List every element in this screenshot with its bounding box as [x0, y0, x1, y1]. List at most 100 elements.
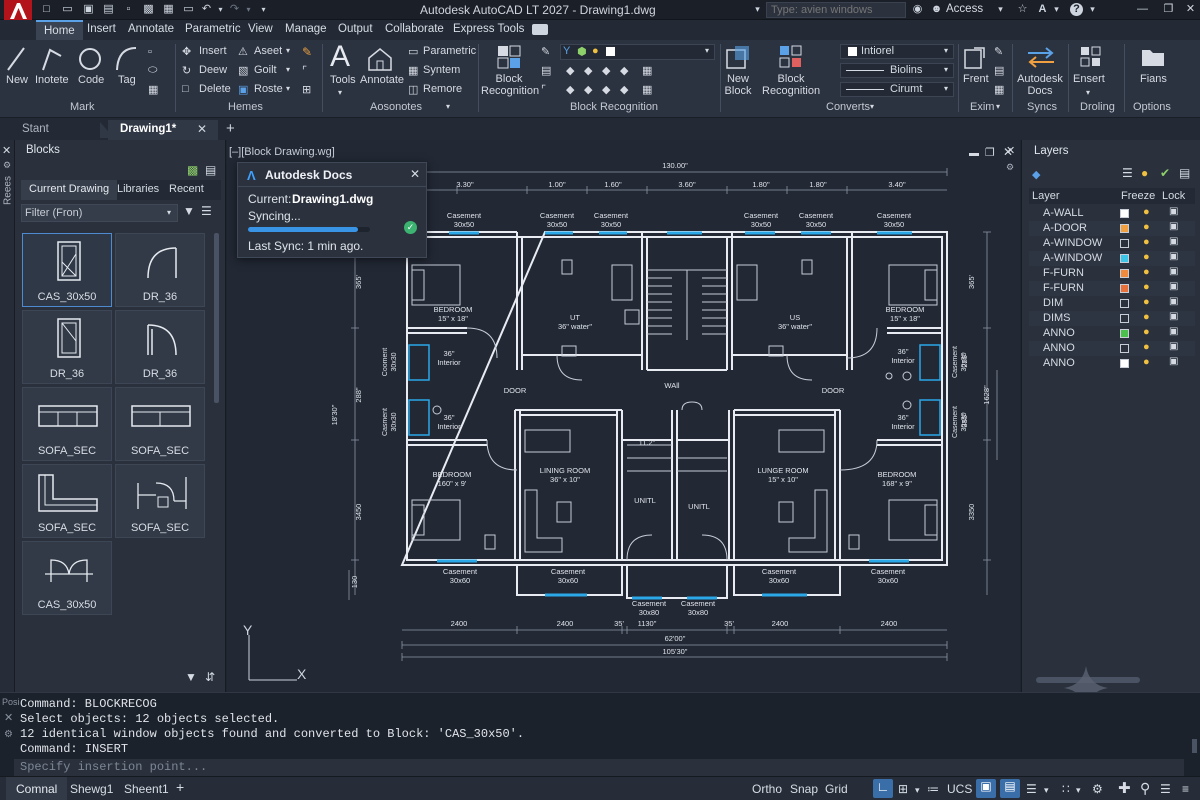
redo-dropdown-icon[interactable]: ▾	[242, 3, 255, 16]
block-tile-cas-30x50[interactable]: CAS_30x50	[22, 541, 112, 615]
layer-row[interactable]: DIM ● ▣	[1029, 296, 1195, 311]
block-recognition-2-icon[interactable]	[778, 44, 804, 70]
tab-express-tools[interactable]: Express Tools	[453, 23, 524, 35]
annotation-icon[interactable]: ☰	[1026, 782, 1037, 796]
annotation-dropdown-icon[interactable]: ▾	[1044, 785, 1049, 796]
new-block-icon[interactable]	[725, 44, 751, 70]
layer-on-bulb-icon[interactable]: ●	[1143, 296, 1150, 308]
tools-button[interactable]: Tools	[330, 74, 356, 86]
col-layer[interactable]: Layer	[1032, 190, 1060, 202]
layer-on-bulb-icon[interactable]: ●	[1143, 251, 1150, 263]
rg-icon-4[interactable]: ◆	[566, 64, 574, 77]
frent-icon[interactable]	[962, 44, 988, 70]
selection-cycling-icon[interactable]: ▤	[1000, 779, 1020, 798]
copy-icon[interactable]: □	[182, 83, 189, 95]
layer-row[interactable]: A-WINDOW ● ▣	[1029, 236, 1195, 251]
cmd-customize-icon[interactable]: ⚙	[4, 729, 13, 740]
layer-on-bulb-icon[interactable]: ●	[1143, 236, 1150, 248]
tab-home[interactable]: Home	[36, 20, 83, 40]
fillet-icon[interactable]: ⌜	[302, 64, 307, 77]
plot-icon[interactable]: ▦	[162, 3, 175, 16]
layer-color-swatch[interactable]	[1120, 209, 1129, 218]
tab-layout-2[interactable]: Sheent1	[124, 782, 169, 796]
blocks-insert-icon[interactable]: ⇵	[205, 670, 215, 684]
layer-dropdown-icon[interactable]: ▾	[705, 46, 709, 55]
customize-qa-icon[interactable]: ▾	[257, 3, 270, 16]
rg-icon-5[interactable]: ◆	[584, 64, 592, 77]
tab-insert[interactable]: Insert	[87, 23, 116, 35]
autodesk-docs-button[interactable]: Autodesk Docs	[1016, 73, 1064, 97]
tab-annotate[interactable]: Annotate	[128, 23, 174, 35]
layer-row[interactable]: ANNO ● ▣	[1029, 326, 1195, 341]
annotate-house-icon[interactable]	[366, 46, 394, 72]
layer-color-swatch[interactable]	[1120, 269, 1129, 278]
layer-lock-icon[interactable]: ▣	[1169, 206, 1178, 217]
tab-manage[interactable]: Manage	[285, 23, 327, 35]
search-input[interactable]	[766, 2, 906, 18]
layer-lock-icon[interactable]: ▣	[1169, 251, 1178, 262]
snap-toggle[interactable]: Snap	[790, 782, 818, 796]
aseet-dropdown-icon[interactable]: ▾	[286, 46, 290, 55]
layers-close-icon[interactable]: ✕	[1006, 144, 1015, 157]
rg-icon-12[interactable]: ▦	[642, 64, 652, 77]
exim-icon-1[interactable]: ✎	[994, 45, 1003, 58]
block-recognition-2-button[interactable]: Block Recognition	[762, 73, 820, 97]
layer-row[interactable]: A-WALL ● ▣	[1029, 206, 1195, 221]
col-freeze[interactable]: Freeze	[1121, 190, 1155, 202]
exim-icon-3[interactable]: ▦	[994, 83, 1004, 96]
layer-lock-icon[interactable]: ▣	[1169, 356, 1178, 367]
layers-settings-icon[interactable]: ⚙	[1006, 162, 1014, 173]
rotate-icon[interactable]: ↻	[182, 64, 191, 77]
circle-icon[interactable]	[78, 44, 102, 74]
exim-dropdown-icon[interactable]: ▾	[996, 102, 1000, 111]
layer-bulb-icon[interactable]: ●	[1141, 166, 1148, 180]
workspace-icon[interactable]: ∷	[1062, 782, 1070, 796]
cloud-save-icon[interactable]: ▫	[122, 3, 135, 16]
layer-on-bulb-icon[interactable]: ●	[1143, 206, 1150, 218]
tab-libraries[interactable]: Libraries	[117, 183, 159, 195]
autodesk-docs-sync-icon[interactable]	[1026, 46, 1056, 68]
delete-button[interactable]: Delete	[199, 83, 231, 95]
search-dropdown-icon[interactable]: ▾	[751, 3, 764, 16]
ortho-toggle[interactable]: Ortho	[752, 782, 782, 796]
tab-recent[interactable]: Recent	[169, 183, 204, 195]
blocks-library-icon[interactable]: ▤	[205, 163, 216, 177]
remore-icon[interactable]: ◫	[408, 83, 418, 96]
customize-status-icon[interactable]: ☰	[1160, 782, 1171, 796]
deew-button[interactable]: Deew	[199, 64, 227, 76]
blocks-scrollbar[interactable]	[214, 233, 219, 403]
grid-toggle[interactable]: Grid	[825, 782, 848, 796]
layer-color-swatch[interactable]	[1120, 224, 1129, 233]
layer-current-icon[interactable]: ✔	[1160, 166, 1170, 180]
access-label[interactable]: Access	[946, 3, 983, 15]
roste-dropdown-icon[interactable]: ▾	[286, 84, 290, 93]
block-recognition-button[interactable]: Block Recognition	[481, 73, 539, 97]
open-file-icon[interactable]: ▭	[61, 3, 74, 16]
layer-stack-icon[interactable]: ☰	[1122, 166, 1133, 180]
polyline-icon[interactable]	[40, 44, 64, 74]
hatch-icon[interactable]: ⬭	[148, 64, 157, 77]
palette-close-icon[interactable]: ✕	[2, 144, 11, 157]
filter-funnel-icon[interactable]: Y	[563, 45, 570, 57]
layer-on-bulb-icon[interactable]: ●	[1143, 281, 1150, 293]
settings-icon[interactable]: ⚙	[1092, 782, 1103, 796]
layer-lock-icon[interactable]: ▣	[1169, 221, 1178, 232]
tab-close-icon[interactable]: ✕	[197, 122, 207, 136]
new-line-icon[interactable]	[6, 44, 26, 74]
osnap-dropdown-icon[interactable]: ▾	[915, 785, 920, 796]
block-tile-cas-30x50[interactable]: CAS_30x50	[22, 233, 112, 307]
layer-color-swatch[interactable]	[1120, 299, 1129, 308]
rg-icon-11[interactable]: ◆	[620, 83, 628, 96]
blocks-filter-icon[interactable]: ▼	[185, 670, 197, 684]
layer-new-icon[interactable]: ◆	[1032, 168, 1040, 181]
block-recognition-icon[interactable]	[496, 44, 522, 70]
rg-icon-9[interactable]: ◆	[584, 83, 592, 96]
converts-dropdown-icon[interactable]: ▾	[870, 102, 874, 111]
layer-lock-icon[interactable]: ▣	[1169, 266, 1178, 277]
crosshair-icon[interactable]: ✚	[1118, 779, 1131, 797]
pencil-icon[interactable]: ✎	[302, 45, 312, 59]
frent-button[interactable]: Frent	[963, 73, 989, 85]
pin-icon[interactable]: ⚲	[1140, 780, 1150, 797]
layer-on-bulb-icon[interactable]: ●	[1143, 266, 1150, 278]
block-tile-sofa-sec[interactable]: SOFA_SEC	[115, 387, 205, 461]
